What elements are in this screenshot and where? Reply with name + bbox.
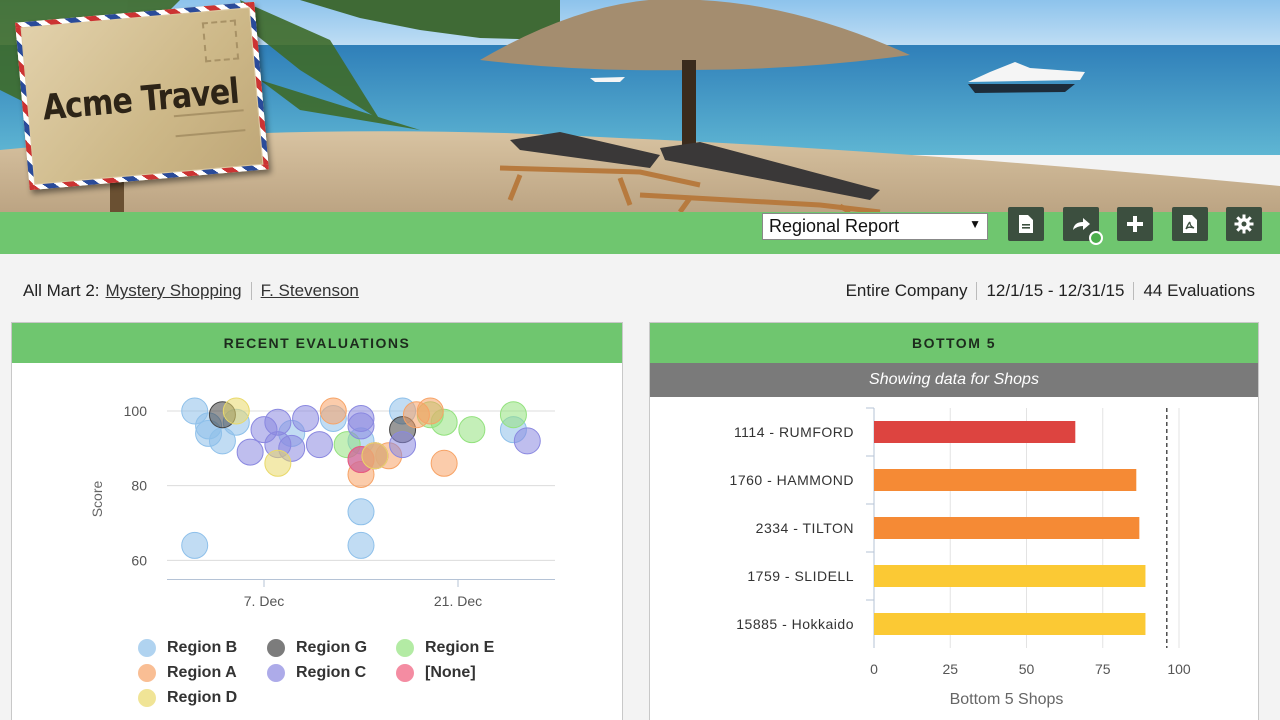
- share-button[interactable]: [1063, 207, 1103, 245]
- data-point: [347, 498, 375, 526]
- data-point: [236, 438, 264, 466]
- x-tick-label: 100: [1167, 661, 1191, 677]
- pdf-icon: [1183, 215, 1197, 233]
- bar: [874, 613, 1146, 635]
- y-axis-label: Score: [89, 481, 105, 518]
- legend-label: Region D: [167, 689, 238, 706]
- bar: [874, 517, 1140, 539]
- recent-evaluations-panel: RECENT EVALUATIONS 60 80 100 7. Dec 21. Dec S…: [11, 322, 623, 720]
- x-tick-label: 25: [942, 661, 958, 677]
- report-select-value: Regional Report: [769, 216, 900, 236]
- legend-marker: [267, 664, 285, 682]
- data-point: [499, 401, 527, 429]
- gear-icon: [1234, 214, 1254, 234]
- divider: [250, 282, 252, 300]
- legend-marker: [396, 664, 414, 682]
- category-label: 1759 - SLIDELL: [747, 568, 854, 584]
- panel-subtitle: Showing data for Shops: [650, 363, 1258, 397]
- data-point: [361, 442, 389, 470]
- check-badge-icon: [1089, 231, 1103, 245]
- stamp-graphic: [201, 19, 240, 63]
- dropdown-arrow-icon: ▼: [969, 217, 981, 231]
- header-banner: Acme Travel: [0, 0, 1280, 212]
- x-tick-label: 21. Dec: [434, 593, 482, 609]
- scope-label: Entire Company: [845, 281, 968, 300]
- brand-title: Acme Travel: [40, 71, 241, 129]
- divider: [1133, 282, 1135, 300]
- divider: [976, 282, 978, 300]
- legend-item[interactable]: [None]: [396, 664, 476, 682]
- legend-marker: [138, 689, 156, 707]
- y-tick-label: 60: [131, 552, 147, 568]
- legend-item[interactable]: Region D: [138, 689, 237, 707]
- data-point: [264, 449, 292, 477]
- legend-label: Region C: [296, 664, 367, 681]
- data-point: [347, 412, 375, 440]
- legend-label: [None]: [425, 664, 476, 681]
- add-button[interactable]: [1117, 207, 1153, 241]
- data-point: [222, 397, 250, 425]
- panel-title: RECENT EVALUATIONS: [12, 323, 622, 363]
- bar: [874, 469, 1137, 491]
- panel-title: BOTTOM 5: [650, 323, 1258, 363]
- x-tick-label: 0: [870, 661, 878, 677]
- data-point: [458, 416, 486, 444]
- x-tick-label: 7. Dec: [244, 593, 284, 609]
- legend-item[interactable]: Region A: [138, 664, 237, 682]
- breadcrumb-prefix: All Mart 2:: [23, 281, 100, 300]
- bar: [874, 565, 1146, 587]
- document-button[interactable]: [1008, 207, 1044, 241]
- date-range-label: 12/1/15 - 12/31/15: [986, 281, 1125, 300]
- bottom-5-panel: BOTTOM 5 Showing data for Shops 0 25 50 75 1…: [649, 322, 1259, 720]
- legend-marker: [396, 639, 414, 657]
- legend-marker: [138, 664, 156, 682]
- legend-marker: [138, 639, 156, 657]
- category-label: 1114 - RUMFORD: [734, 424, 854, 440]
- breadcrumb-link-mystery-shopping[interactable]: Mystery Shopping: [106, 281, 242, 301]
- bar: [874, 421, 1076, 443]
- report-summary: Entire Company 12/1/15 - 12/31/15 44 Eva…: [846, 281, 1255, 301]
- recent-evaluations-scatter-chart: 60 80 100 7. Dec 21. Dec Score: [89, 397, 555, 609]
- settings-button[interactable]: [1226, 207, 1262, 241]
- data-point: [430, 449, 458, 477]
- data-point: [181, 531, 209, 559]
- share-icon: [1073, 218, 1090, 230]
- data-point: [416, 397, 444, 425]
- legend-item[interactable]: Region G: [267, 639, 367, 657]
- report-select[interactable]: Regional Report ▼: [762, 213, 988, 240]
- x-axis-label: Bottom 5 Shops: [950, 691, 1064, 708]
- data-point: [292, 404, 320, 432]
- evaluations-count: 44 Evaluations: [1143, 281, 1255, 300]
- breadcrumb-link-stevenson[interactable]: F. Stevenson: [261, 281, 359, 301]
- legend-label: Region B: [167, 639, 238, 656]
- category-label: 15885 - Hokkaido: [736, 616, 854, 632]
- y-tick-label: 100: [124, 403, 148, 419]
- data-point: [305, 431, 333, 459]
- legend-marker: [267, 639, 285, 657]
- breadcrumb: All Mart 2: Mystery Shopping F. Stevenso…: [23, 281, 359, 301]
- legend-label: Region G: [296, 639, 368, 656]
- data-point: [389, 431, 417, 459]
- data-point: [347, 531, 375, 559]
- plus-icon: [1127, 216, 1143, 232]
- legend-item[interactable]: Region E: [396, 639, 494, 657]
- data-point: [319, 397, 347, 425]
- legend-item[interactable]: Region B: [138, 639, 237, 657]
- x-tick-label: 75: [1095, 661, 1111, 677]
- legend-label: Region A: [167, 664, 237, 681]
- brand-postcard: Acme Travel: [15, 1, 269, 191]
- data-point: [513, 427, 541, 455]
- pdf-button[interactable]: [1172, 207, 1208, 241]
- bottom-5-bar-chart: 0 25 50 75 100 1114 - RUMFORD 1760 - HAMMOND 23…: [730, 407, 1191, 708]
- legend-item[interactable]: Region C: [267, 664, 366, 682]
- y-tick-label: 80: [131, 478, 147, 494]
- category-label: 2334 - TILTON: [756, 520, 854, 536]
- postcard-line: [175, 129, 246, 138]
- legend-label: Region E: [425, 639, 495, 656]
- category-label: 1760 - HAMMOND: [730, 472, 854, 488]
- document-icon: [1019, 215, 1033, 233]
- x-tick-label: 50: [1019, 661, 1035, 677]
